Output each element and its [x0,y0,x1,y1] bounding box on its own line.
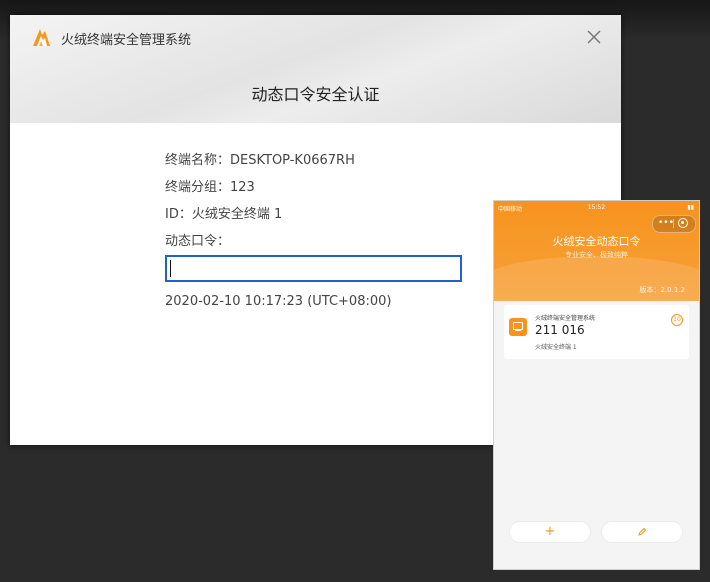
terminal-group-value: 123 [230,180,255,195]
dialog-heading: 动态口令安全认证 [251,85,380,104]
terminal-id-label: ID： [165,207,192,222]
phone-title: 火绒安全动态口令 [552,235,641,248]
terminal-group-label: 终端分组： [165,180,231,195]
version-label: 版本：2.0.1.2 [639,286,686,294]
timestamp: 2020-02-10 10:17:23 (UTC+08:00) [165,294,392,309]
close-miniapp-icon[interactable] [678,218,688,228]
mini-app-capsule[interactable]: ••• [652,215,696,233]
pencil-icon [638,527,647,536]
huorong-logo-icon [33,29,50,46]
terminal-id-row: ID：火绒安全终端 1 [165,203,282,222]
terminal-id-value: 火绒安全终端 1 [191,207,283,222]
phone-subtitle: 专业安全、极致纯粹 [565,251,628,259]
battery-icon: ▮▮ [687,204,694,211]
capsule-divider [673,219,674,228]
terminal-name-value: DESKTOP-K0667RH [230,153,355,168]
terminal-name-row: 终端名称：DESKTOP-K0667RH [165,149,355,168]
token-terminal-name: 火绒安全终端 1 [535,344,577,351]
close-icon[interactable] [584,27,604,47]
token-card[interactable]: 火绒终端安全管理系统 211 016 火绒安全终端 1 10 [504,305,689,359]
terminal-name-label: 终端名称： [165,153,231,168]
add-token-button[interactable]: + [509,521,591,543]
text-caret [170,260,171,277]
app-title: 火绒终端安全管理系统 [61,33,192,48]
monitor-icon [509,318,527,336]
dynamic-code-input[interactable] [165,255,462,282]
more-icon[interactable]: ••• [658,217,674,229]
phone-status-bar: 中国移动 15:52 ▮▮ [494,204,699,214]
token-system-name: 火绒终端安全管理系统 [535,315,596,322]
phone-mini-app: 中国移动 15:52 ▮▮ ••• 火绒安全动态口令 专业安全、极致纯粹 版本：… [493,200,700,570]
countdown-timer: 10 [671,314,683,326]
terminal-group-row: 终端分组：123 [165,176,255,195]
edit-button[interactable] [601,521,683,543]
dynamic-code-label: 动态口令： [165,234,231,249]
status-time: 15:52 [587,204,606,211]
token-code: 211 016 [535,323,585,337]
